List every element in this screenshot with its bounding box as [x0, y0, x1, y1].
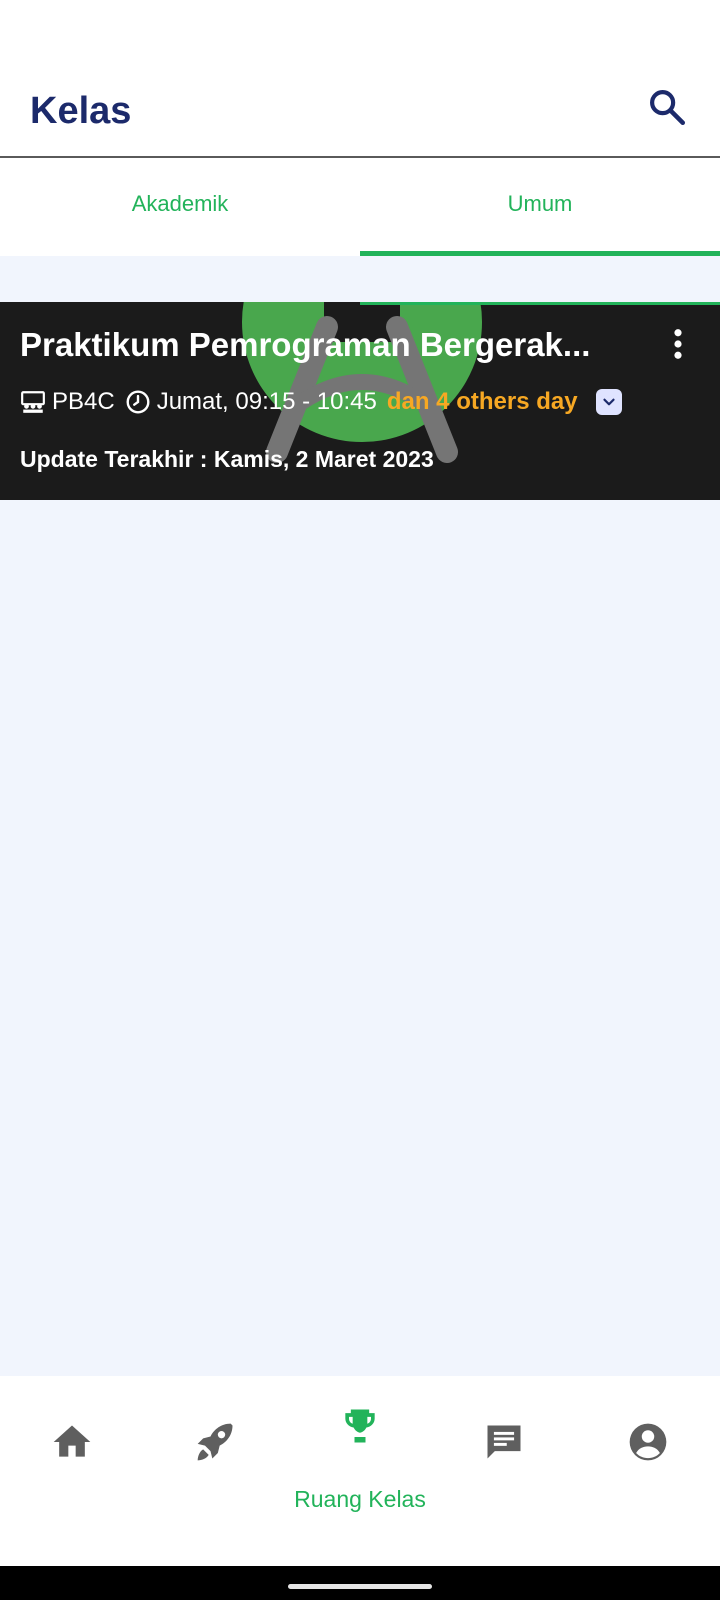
class-meta-row: PB4C Jumat, 09:15 - 10:45 dan 4 others d… [20, 384, 622, 420]
group-icon [21, 391, 45, 413]
nav-rocket[interactable] [144, 1376, 288, 1566]
class-card[interactable]: Praktikum Pemrograman Bergerak... PB4C J… [0, 302, 720, 500]
nav-ruang-kelas[interactable]: Ruang Kelas [288, 1376, 432, 1566]
bottom-navigation: Ruang Kelas [0, 1376, 720, 1566]
rocket-icon [197, 1423, 233, 1461]
chevron-down-icon[interactable] [595, 389, 622, 415]
chat-icon [487, 1425, 521, 1459]
nav-label-ruang-kelas: Ruang Kelas [294, 1486, 426, 1512]
account-icon [629, 1423, 667, 1461]
tab-indicator-shadow [360, 302, 720, 305]
app-bar: Kelas [0, 60, 720, 158]
status-bar [0, 0, 720, 60]
trophy-icon [345, 1409, 375, 1443]
tab-akademik[interactable]: Akademik [0, 158, 360, 256]
tab-umum[interactable]: Umum [360, 158, 720, 256]
nav-home[interactable] [0, 1376, 144, 1566]
search-icon[interactable] [646, 86, 688, 128]
page-title: Kelas [30, 90, 132, 132]
gesture-bar [0, 1566, 720, 1600]
class-schedule: Jumat, 09:15 - 10:45 [156, 388, 377, 415]
class-code: PB4C [52, 388, 115, 415]
last-update-text: Update Terakhir : Kamis, 2 Maret 2023 [20, 446, 434, 472]
other-days-text: dan 4 others day [386, 388, 578, 415]
nav-chat[interactable] [432, 1376, 576, 1566]
nav-account[interactable] [576, 1376, 720, 1566]
home-icon [53, 1425, 91, 1457]
more-vert-icon[interactable] [660, 324, 696, 364]
clock-icon [126, 390, 150, 414]
tab-bar: Akademik Umum [0, 158, 720, 256]
course-title: Praktikum Pemrograman Bergerak... [20, 326, 591, 363]
home-indicator[interactable] [288, 1584, 432, 1589]
